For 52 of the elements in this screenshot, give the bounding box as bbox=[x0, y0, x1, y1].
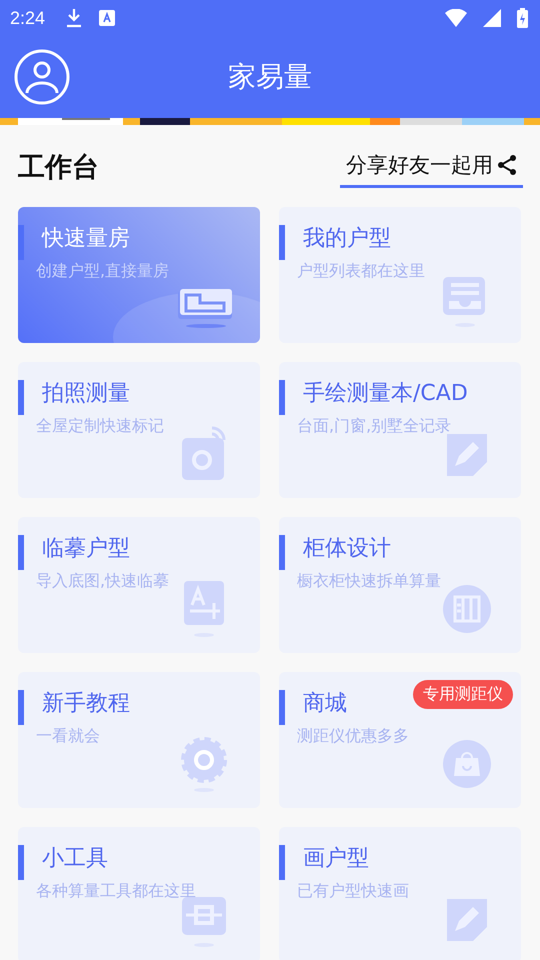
feature-card[interactable]: 商城 测距仪优惠多多 专用测距仪 bbox=[279, 672, 521, 808]
accent-bar bbox=[18, 845, 24, 880]
feature-card[interactable]: 拍照测量 全屋定制快速标记 bbox=[18, 362, 260, 498]
download-icon bbox=[65, 8, 84, 28]
card-title: 柜体设计 bbox=[303, 535, 391, 563]
card-title: 小工具 bbox=[42, 845, 108, 873]
accent-bar bbox=[279, 225, 285, 260]
card-subtitle: 一看就会 bbox=[36, 726, 100, 747]
card-title: 画户型 bbox=[303, 845, 369, 873]
share-icon bbox=[497, 154, 517, 176]
accent-bar bbox=[279, 845, 285, 880]
signal-icon bbox=[483, 9, 501, 27]
card-title: 我的户型 bbox=[303, 225, 391, 253]
card-title: 快速量房 bbox=[42, 225, 130, 253]
accent-bar bbox=[18, 225, 24, 260]
card-subtitle: 全屋定制快速标记 bbox=[36, 416, 164, 437]
feature-card[interactable]: 手绘测量本/CAD 台面,门窗,别墅全记录 bbox=[279, 362, 521, 498]
accent-bar bbox=[18, 535, 24, 570]
feature-card[interactable]: 临摹户型 导入底图,快速临摹 bbox=[18, 517, 260, 653]
card-subtitle: 创建户型,直接量房 bbox=[36, 261, 170, 282]
card-subtitle: 导入底图,快速临摹 bbox=[36, 571, 170, 592]
avatar-icon[interactable] bbox=[14, 49, 70, 105]
card-title: 手绘测量本/CAD bbox=[303, 380, 468, 408]
card-subtitle: 橱衣柜快速拆单算量 bbox=[297, 571, 441, 592]
card-title: 商城 bbox=[303, 690, 347, 718]
feature-card[interactable]: 我的户型 户型列表都在这里 bbox=[279, 207, 521, 343]
feature-card[interactable]: 画户型 已有户型快速画 bbox=[279, 827, 521, 960]
promo-badge: 专用测距仪 bbox=[413, 680, 513, 709]
card-title: 临摹户型 bbox=[42, 535, 130, 563]
section-title: 工作台 bbox=[18, 151, 99, 185]
card-title: 新手教程 bbox=[42, 690, 130, 718]
card-subtitle: 各种算量工具都在这里 bbox=[36, 881, 196, 902]
card-subtitle: 已有户型快速画 bbox=[297, 881, 409, 902]
keyboard-letter-icon bbox=[99, 10, 116, 26]
accent-bar bbox=[279, 535, 285, 570]
share-button[interactable]: 分享好友一起用 bbox=[340, 146, 523, 188]
card-subtitle: 台面,门窗,别墅全记录 bbox=[297, 416, 452, 437]
accent-bar bbox=[18, 380, 24, 415]
app-title: 家易量 bbox=[228, 59, 312, 95]
battery-icon bbox=[517, 8, 528, 28]
feature-card[interactable]: 快速量房 创建户型,直接量房 bbox=[18, 207, 260, 343]
card-subtitle: 测距仪优惠多多 bbox=[297, 726, 409, 747]
card-title: 拍照测量 bbox=[42, 380, 130, 408]
clock-time: 2:24 bbox=[10, 8, 46, 28]
card-subtitle: 户型列表都在这里 bbox=[297, 261, 425, 282]
wifi-icon bbox=[445, 9, 467, 27]
accent-bar bbox=[18, 690, 24, 725]
feature-card[interactable]: 柜体设计 橱衣柜快速拆单算量 bbox=[279, 517, 521, 653]
accent-bar bbox=[279, 690, 285, 725]
feature-card[interactable]: 新手教程 一看就会 bbox=[18, 672, 260, 808]
feature-card[interactable]: 小工具 各种算量工具都在这里 bbox=[18, 827, 260, 960]
accent-bar bbox=[279, 380, 285, 415]
